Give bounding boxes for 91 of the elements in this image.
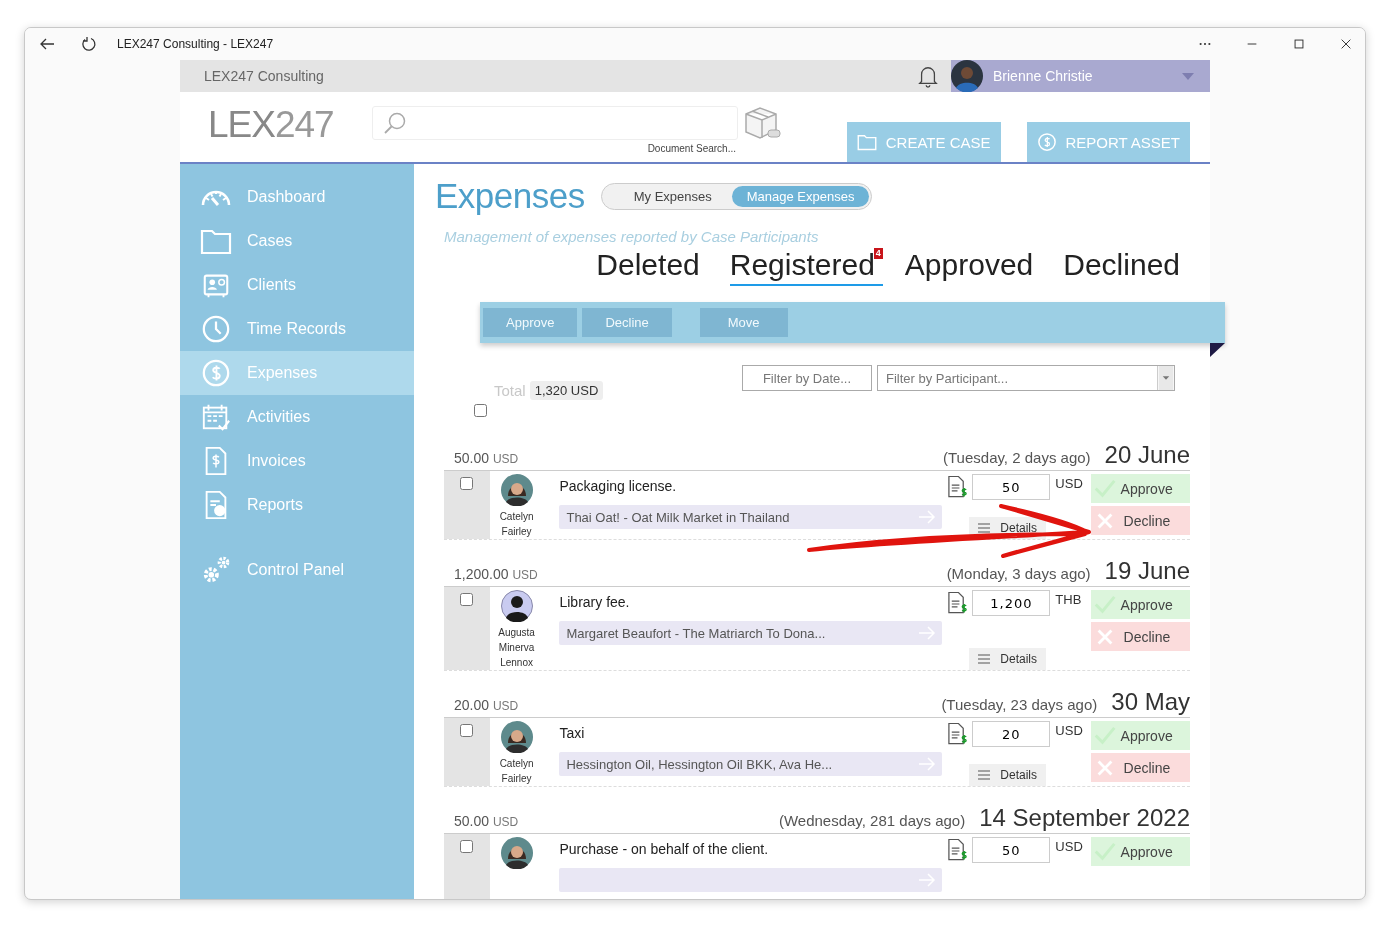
logo: LEX247	[208, 104, 335, 146]
expense-date: 30 May	[1111, 688, 1190, 716]
cross-icon	[1096, 628, 1113, 645]
maximize-icon[interactable]	[1292, 36, 1306, 51]
organization-name: LEX247 Consulting	[204, 68, 325, 84]
case-link[interactable]: Hessington Oil, Hessington Oil BKK, Ava He...	[559, 752, 943, 776]
status-tab[interactable]: Deleted	[596, 248, 708, 286]
approve-button[interactable]: Approve	[1090, 837, 1190, 866]
list-icon	[978, 654, 991, 664]
participant-name: Catelyn Fairley	[498, 757, 535, 786]
corner-fold-icon	[1210, 343, 1225, 357]
toggle-option[interactable]: My Expenses	[603, 185, 732, 207]
currency-label: USD	[1055, 839, 1083, 854]
amount-input[interactable]: 20	[972, 721, 1051, 747]
approve-button[interactable]: Approve	[1090, 474, 1190, 503]
participant-filter[interactable]: Filter by Participant...	[877, 365, 1175, 391]
avatar-icon	[500, 721, 533, 753]
window-title: LEX247 Consulting - LEX247	[117, 36, 274, 51]
approve-button[interactable]: Approve	[1090, 721, 1190, 750]
date-filter[interactable]: Filter by Date...	[742, 365, 872, 391]
clock-icon	[200, 314, 232, 344]
arrow-right-icon	[918, 626, 937, 640]
expense-date: 14 September 2022	[979, 804, 1190, 832]
expense-description: Purchase - on behalf of the client.	[559, 841, 770, 859]
list-icon	[978, 523, 991, 533]
row-checkbox[interactable]	[460, 477, 474, 490]
status-tab[interactable]: Approved	[904, 248, 1042, 286]
approve-button[interactable]: Approve	[1090, 590, 1190, 619]
count-badge: 4	[873, 248, 883, 259]
dollar-icon	[200, 358, 232, 388]
list-icon	[978, 770, 991, 780]
arrow-right-icon	[918, 873, 937, 887]
case-link[interactable]: Margaret Beaufort - The Matriarch To Dona...	[559, 621, 943, 645]
decline-button[interactable]: Decline	[1090, 753, 1190, 782]
avatar-icon	[951, 60, 983, 92]
expense-description: Library fee.	[559, 594, 631, 612]
relative-date: (Tuesday, 23 days ago)	[941, 696, 1098, 713]
currency-label: USD	[1055, 723, 1083, 738]
participant-name: Augusta Minerva Lennox	[497, 626, 536, 670]
participant-name: Catelyn Fairley	[498, 510, 535, 539]
expense-amount: 1,200.00 USD	[454, 566, 538, 582]
expense-amount: 20.00 USD	[454, 697, 519, 713]
relative-date: (Wednesday, 281 days ago)	[778, 812, 966, 829]
refresh-icon[interactable]	[81, 35, 97, 52]
avatar-icon	[500, 837, 533, 869]
currency-label: THB	[1055, 592, 1082, 607]
amount-input[interactable]: 50	[972, 474, 1051, 500]
decline-button[interactable]: Decline	[1090, 506, 1190, 535]
avatar-icon	[500, 590, 533, 622]
select-all-checkbox[interactable]	[474, 404, 487, 417]
search-field[interactable]	[372, 106, 738, 140]
cross-icon	[1096, 759, 1113, 776]
search-caption: Document Search...	[647, 143, 736, 154]
row-checkbox[interactable]	[460, 593, 474, 606]
dropdown-icon	[1157, 366, 1174, 390]
package-icon[interactable]	[742, 106, 782, 140]
search-icon	[383, 111, 407, 135]
receipt-icon[interactable]	[947, 838, 969, 862]
folder-icon	[856, 132, 877, 152]
total-value: 1,320 USD	[529, 381, 604, 400]
caret-icon	[1182, 72, 1194, 80]
page-subtitle: Management of expenses reported by Case Participants	[444, 228, 820, 245]
receipt-icon[interactable]	[947, 722, 969, 746]
row-checkbox[interactable]	[460, 840, 474, 853]
arrow-right-icon	[918, 757, 937, 771]
row-checkbox[interactable]	[460, 724, 474, 737]
calendar-icon	[200, 402, 232, 432]
cross-icon	[1096, 512, 1113, 529]
relative-date: (Tuesday, 2 days ago)	[943, 449, 1091, 466]
page-title: Expenses	[435, 176, 585, 216]
expense-amount: 50.00 USD	[454, 813, 519, 829]
expense-description: Packaging license.	[559, 478, 678, 496]
receipt-icon[interactable]	[947, 591, 969, 615]
amount-input[interactable]: 50	[972, 837, 1051, 863]
details-button[interactable]: Details	[969, 764, 1047, 786]
decline-button[interactable]: Decline	[1090, 622, 1190, 651]
case-link[interactable]: Thai Oat! - Oat Milk Market in Thailand	[559, 505, 943, 529]
receipt-icon[interactable]	[947, 475, 969, 499]
amount-input[interactable]: 1,200	[972, 590, 1051, 616]
expense-description: Taxi	[559, 725, 586, 743]
expense-amount: 50.00 USD	[454, 450, 519, 466]
dollar-icon	[1036, 132, 1057, 152]
relative-date: (Monday, 3 days ago)	[946, 565, 1091, 582]
avatar-icon	[500, 474, 533, 506]
arrow-right-icon	[918, 510, 937, 524]
expense-date: 19 June	[1104, 557, 1190, 585]
expense-date: 20 June	[1104, 441, 1190, 469]
details-button[interactable]: Details	[969, 648, 1047, 670]
currency-label: USD	[1055, 476, 1083, 491]
status-tab[interactable]: Declined	[1063, 248, 1188, 286]
bell-icon[interactable]	[917, 64, 939, 88]
